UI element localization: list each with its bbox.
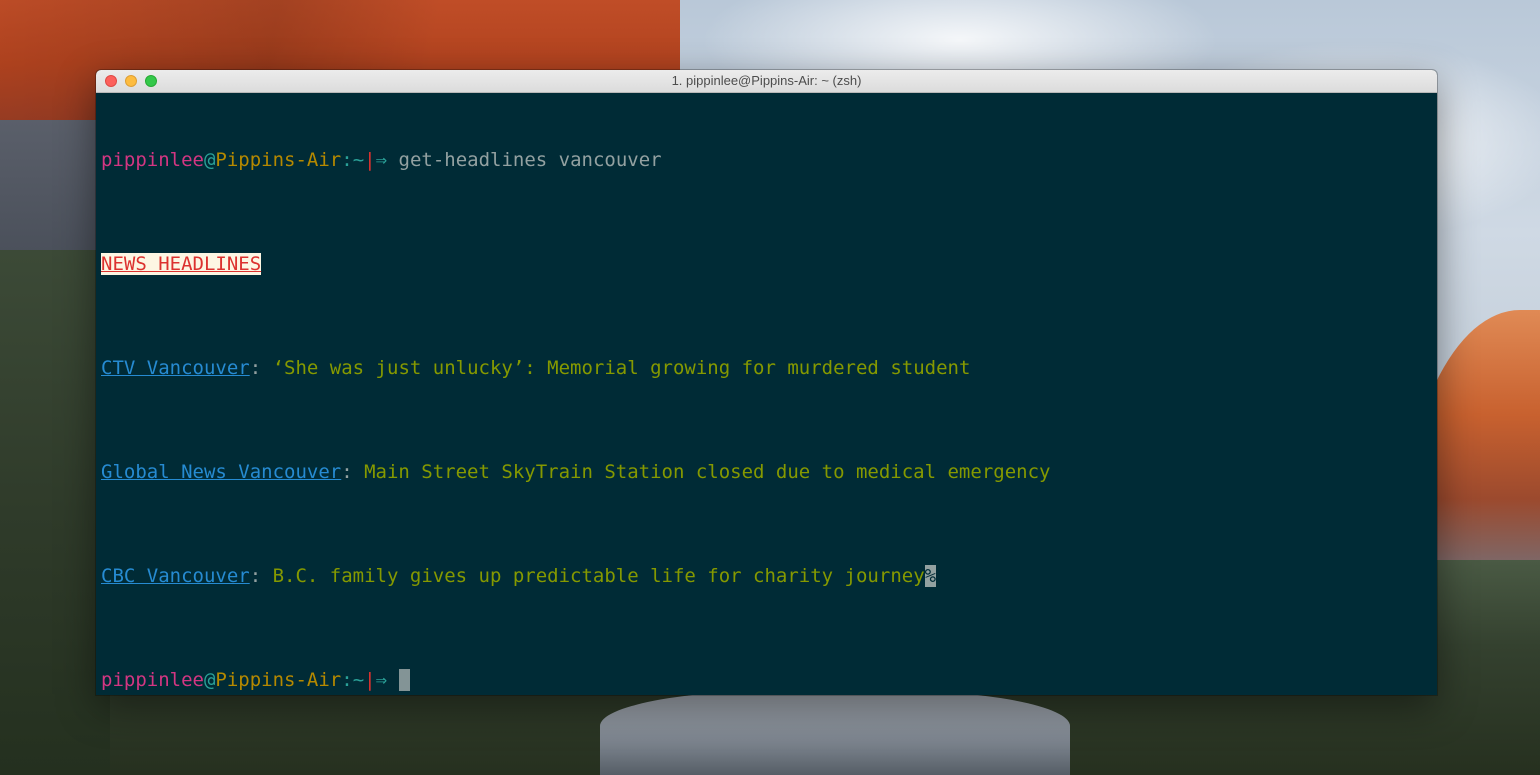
prompt-colon: : xyxy=(341,149,353,171)
headline-row: Global News Vancouver: Main Street SkyTr… xyxy=(101,459,1437,485)
prompt-user: pippinlee xyxy=(101,669,204,691)
headline-separator: : xyxy=(249,565,273,587)
prompt-at: @ xyxy=(203,669,216,691)
prompt-path: ~ xyxy=(352,149,365,171)
news-headlines-banner: NEWS HEADLINES xyxy=(101,253,262,275)
prompt-separator: | xyxy=(364,669,376,691)
prompt-host: Pippins-Air xyxy=(215,669,342,691)
prompt-colon: : xyxy=(341,669,353,691)
headline-source-link[interactable]: CBC Vancouver xyxy=(101,565,250,587)
headline-separator: : xyxy=(249,357,273,379)
prompt-path: ~ xyxy=(352,669,365,691)
command-line: pippinlee@Pippins-Air:~|⇒ get-headlines … xyxy=(101,147,1437,173)
prompt-user: pippinlee xyxy=(101,149,204,171)
headline-source-link[interactable]: Global News Vancouver xyxy=(101,461,341,483)
banner-line: NEWS HEADLINES xyxy=(101,251,1437,277)
prompt-line[interactable]: pippinlee@Pippins-Air:~|⇒ xyxy=(101,667,1437,693)
prompt-separator: | xyxy=(364,149,376,171)
prompt-arrow-icon: ⇒ xyxy=(375,669,388,691)
window-titlebar[interactable]: 1. pippinlee@Pippins-Air: ~ (zsh) xyxy=(96,70,1437,93)
headline-row: CTV Vancouver: ‘She was just unlucky’: M… xyxy=(101,355,1437,381)
headline-separator: : xyxy=(341,461,365,483)
headline-text: ‘She was just unlucky’: Memorial growing… xyxy=(272,357,971,379)
text-cursor[interactable] xyxy=(398,669,410,691)
window-title: 1. pippinlee@Pippins-Air: ~ (zsh) xyxy=(671,73,862,88)
prompt-arrow-icon: ⇒ xyxy=(375,149,388,171)
command-text: get-headlines vancouver xyxy=(398,149,662,171)
headline-text: B.C. family gives up predictable life fo… xyxy=(272,565,925,587)
headline-source-link[interactable]: CTV Vancouver xyxy=(101,357,250,379)
terminal-output[interactable]: pippinlee@Pippins-Air:~|⇒ get-headlines … xyxy=(96,93,1437,695)
headline-row: CBC Vancouver: B.C. family gives up pred… xyxy=(101,563,1437,589)
end-of-line-marker: % xyxy=(924,565,937,587)
prompt-host: Pippins-Air xyxy=(215,149,342,171)
terminal-window[interactable]: 1. pippinlee@Pippins-Air: ~ (zsh) pippin… xyxy=(96,70,1437,695)
headline-text: Main Street SkyTrain Station closed due … xyxy=(364,461,1051,483)
prompt-at: @ xyxy=(203,149,216,171)
